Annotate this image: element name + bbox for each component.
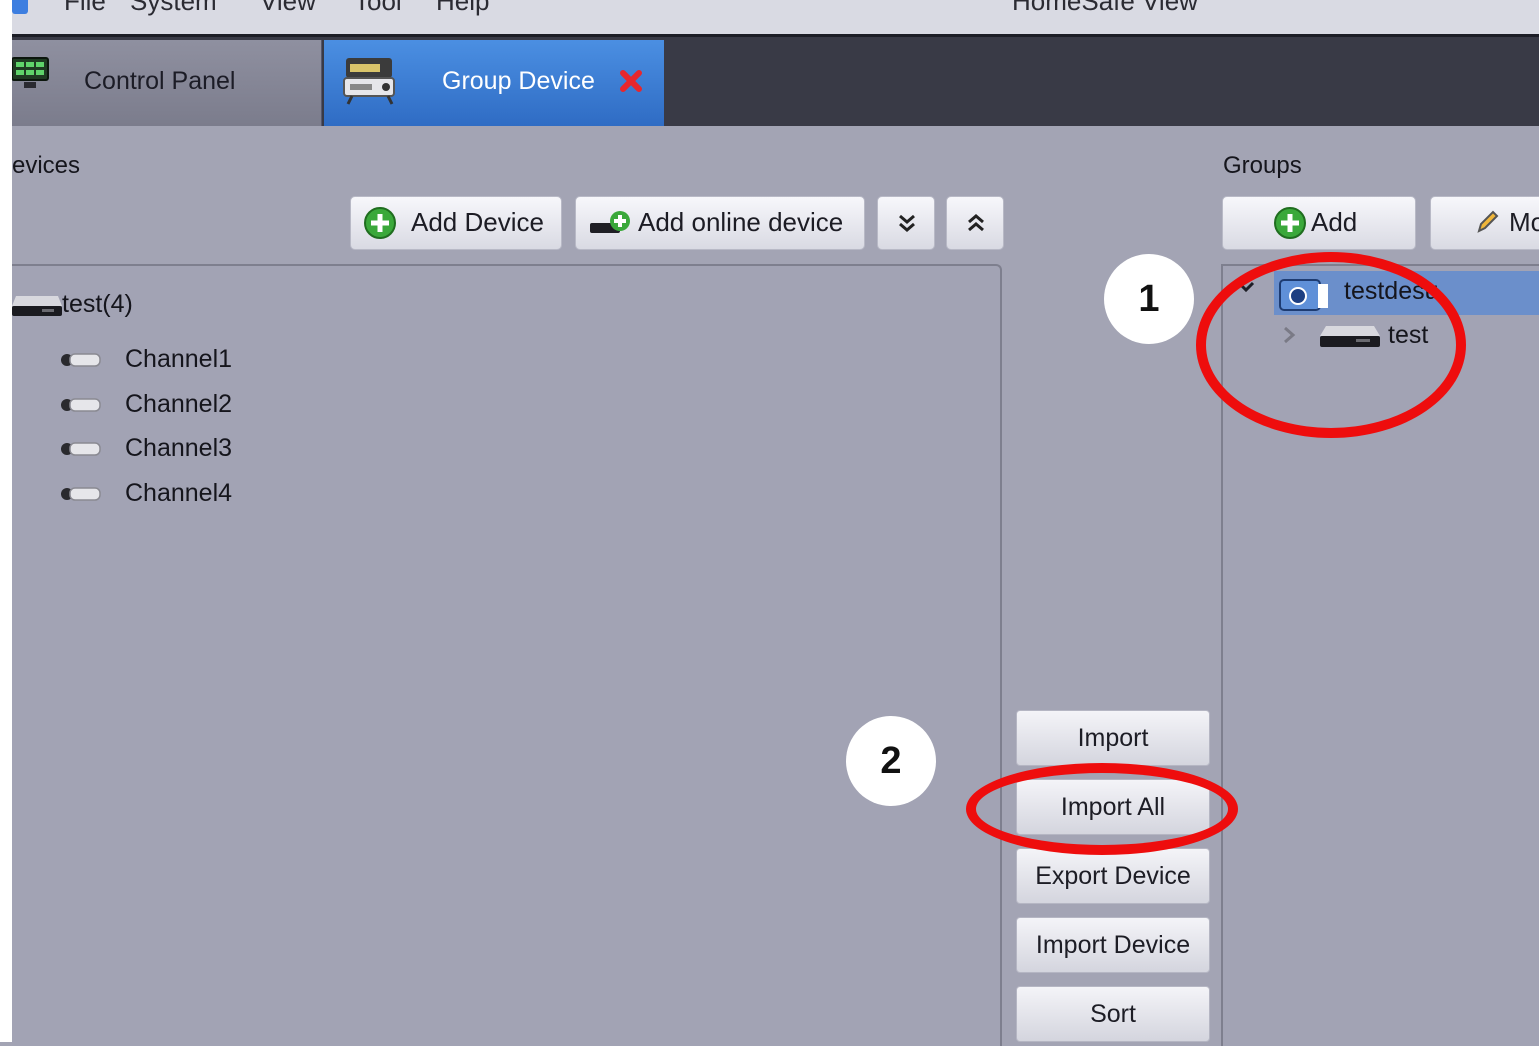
modify-group-button[interactable]: Mo <box>1430 196 1539 250</box>
menu-tool[interactable]: Tool <box>354 0 402 17</box>
tab-label: Group Device <box>442 67 595 95</box>
add-group-label: Add <box>1311 207 1358 237</box>
menu-bar: File System View Tool Help HomeSafe View <box>12 0 1539 37</box>
add-device-label: Add Device <box>411 207 544 237</box>
annotation-step-1: 1 <box>1104 254 1194 344</box>
double-chevron-down-icon <box>899 214 915 232</box>
pencil-icon <box>1477 210 1499 233</box>
camera-icon <box>61 398 101 412</box>
modify-group-label: Mo <box>1509 207 1539 237</box>
menu-view[interactable]: View <box>260 0 316 17</box>
annotation-ring-1 <box>1196 252 1466 438</box>
tab-label: Control Panel <box>84 67 236 95</box>
expand-all-button[interactable] <box>877 196 935 250</box>
add-group-button[interactable]: Add <box>1222 196 1416 250</box>
app-logo-icon <box>12 0 28 14</box>
group-device-icon <box>343 58 395 105</box>
tab-control-panel[interactable]: Control Panel <box>12 40 322 126</box>
devices-tree-panel <box>12 264 1002 1046</box>
tab-bar: Control Panel Group Device <box>12 37 1539 126</box>
channel-item[interactable]: Channel2 <box>125 390 232 419</box>
online-device-add-icon <box>590 211 630 233</box>
menu-help[interactable]: Help <box>436 0 489 17</box>
add-online-device-label: Add online device <box>638 207 844 237</box>
monitor-icon <box>12 57 49 88</box>
add-circle-icon <box>1274 207 1306 239</box>
add-circle-icon <box>364 207 396 239</box>
sort-button[interactable]: Sort <box>1016 986 1210 1042</box>
add-online-device-button[interactable]: Add online device <box>575 196 865 250</box>
annotation-ring-2 <box>966 763 1238 855</box>
close-icon[interactable] <box>620 70 642 92</box>
left-edge <box>0 0 12 1042</box>
channel-item[interactable]: Channel3 <box>125 434 232 463</box>
annotation-step-2: 2 <box>846 716 936 806</box>
devices-title: evices <box>12 152 81 179</box>
import-device-button[interactable]: Import Device <box>1016 917 1210 973</box>
device-tree-item[interactable]: test(4) <box>62 290 133 319</box>
camera-icon <box>61 353 101 367</box>
import-button[interactable]: Import <box>1016 710 1210 766</box>
add-device-button[interactable]: Add Device <box>350 196 562 250</box>
groups-title: Groups <box>1223 152 1302 179</box>
camera-icon <box>61 487 101 501</box>
export-device-button[interactable]: Export Device <box>1016 848 1210 904</box>
dvr-icon <box>12 296 62 316</box>
channel-item[interactable]: Channel1 <box>125 345 232 374</box>
channel-item[interactable]: Channel4 <box>125 479 232 508</box>
collapse-all-button[interactable] <box>946 196 1004 250</box>
camera-icon <box>61 442 101 456</box>
menu-system[interactable]: System <box>130 0 217 17</box>
double-chevron-up-icon <box>968 214 984 232</box>
menu-file[interactable]: File <box>64 0 106 17</box>
window-title: HomeSafe View <box>1012 0 1198 16</box>
tab-group-device[interactable]: Group Device <box>324 40 664 126</box>
